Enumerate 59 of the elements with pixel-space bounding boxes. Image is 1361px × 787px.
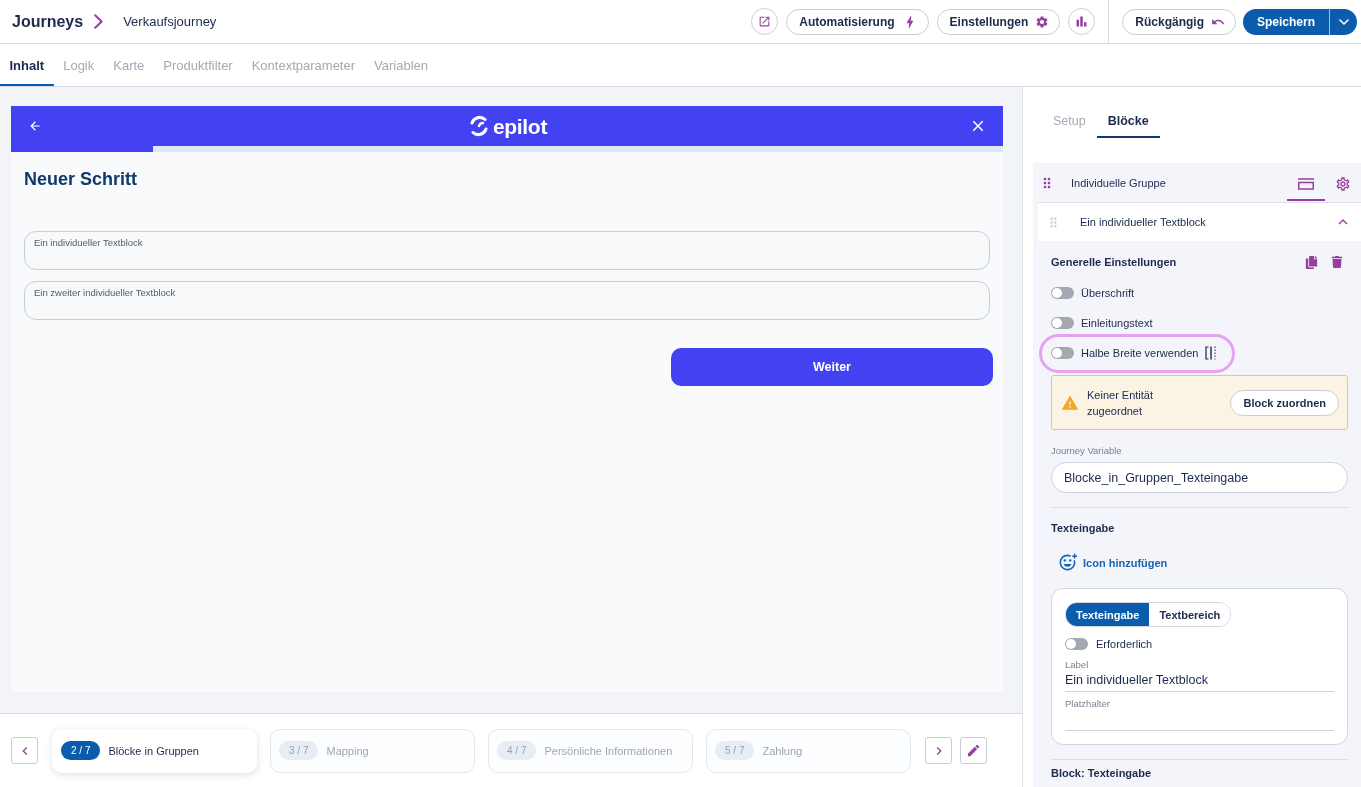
breadcrumb-link[interactable]: Journeys <box>12 12 84 31</box>
warning-icon <box>1061 393 1079 412</box>
step-title: Neuer Schritt <box>24 169 139 189</box>
edit-button[interactable] <box>960 737 987 764</box>
toggle-switch[interactable] <box>1051 317 1074 329</box>
toggle-label: Überschrift <box>1081 287 1135 299</box>
toggle-label: Halbe Breite verwenden <box>1081 347 1199 359</box>
section-title: Block: Texteingabe <box>1051 767 1153 779</box>
automation-button[interactable]: Automatisierung <box>786 8 929 35</box>
half-width-icon <box>1205 346 1218 360</box>
text-field[interactable]: Ein zweiter individueller Textblock <box>24 281 990 320</box>
segment-button[interactable]: Texteingabe <box>1066 603 1150 626</box>
group-title: Individuelle Gruppe <box>1071 176 1167 189</box>
copy-icon[interactable] <box>1305 255 1318 269</box>
settings-button[interactable]: Einstellungen <box>936 8 1061 35</box>
add-icon-button[interactable]: Icon hinzufügen <box>1051 553 1168 572</box>
block-row[interactable]: Ein individueller Textblock <box>1038 202 1361 241</box>
field-label: Label <box>1065 659 1090 670</box>
save-options-button[interactable] <box>1329 8 1357 35</box>
section-title: Texteingabe <box>1051 522 1116 534</box>
settings-icon <box>1035 14 1050 29</box>
warning-text: Keiner Entität zugeordnet <box>1087 387 1155 419</box>
save-button[interactable]: Speichern <box>1242 8 1329 35</box>
back-button[interactable] <box>28 119 42 133</box>
step-badge: 4 / 7 <box>497 741 537 760</box>
text-field[interactable]: Ein individueller Textblock <box>24 231 990 270</box>
undo-button[interactable]: Rückgängig <box>1122 8 1236 35</box>
caret-icon <box>1338 18 1349 25</box>
chevron-right-icon <box>94 14 104 29</box>
text-input[interactable]: Ein individueller Textblock <box>1065 670 1334 692</box>
field-label: Journey Variable <box>1051 445 1123 456</box>
panel-tab[interactable]: Blöcke <box>1096 105 1160 138</box>
next-button[interactable]: Weiter <box>671 348 993 386</box>
pencil-icon <box>966 743 981 758</box>
block-title: Ein individueller Textblock <box>1080 216 1207 228</box>
external-link-button[interactable] <box>751 8 779 35</box>
step-badge: 5 / 7 <box>715 741 755 760</box>
section-title: Generelle Einstellungen <box>1051 256 1178 268</box>
back-arrow-icon <box>28 119 42 133</box>
toggle-switch[interactable] <box>1051 347 1074 359</box>
layout-icon <box>1298 177 1314 190</box>
logo-text: epilot <box>492 115 548 137</box>
assign-block-button[interactable]: Block zuordnen <box>1230 389 1339 416</box>
chart-button[interactable] <box>1068 8 1096 35</box>
page-title: Verkaufsjourney <box>123 14 217 29</box>
toggle-label: Erforderlich <box>1096 638 1153 650</box>
variable-input[interactable]: Blocke_in_Gruppen_Texteingabe <box>1051 462 1348 493</box>
step-badge: 2 / 7 <box>61 741 101 760</box>
toggle-label: Einleitungstext <box>1081 317 1153 329</box>
toggle-switch[interactable] <box>1051 287 1074 299</box>
trash-icon[interactable] <box>1331 255 1343 268</box>
step-card[interactable]: 2 / 7 Blöcke in Gruppen <box>52 728 257 773</box>
bar-chart-icon <box>1074 14 1090 29</box>
external-link-icon <box>758 15 772 28</box>
field-label: Platzhalter <box>1065 698 1111 709</box>
settings-icon <box>1335 175 1351 192</box>
smiley-plus-icon <box>1058 553 1077 572</box>
step-badge: 3 / 7 <box>279 741 319 760</box>
toggle-switch[interactable] <box>1065 638 1088 650</box>
